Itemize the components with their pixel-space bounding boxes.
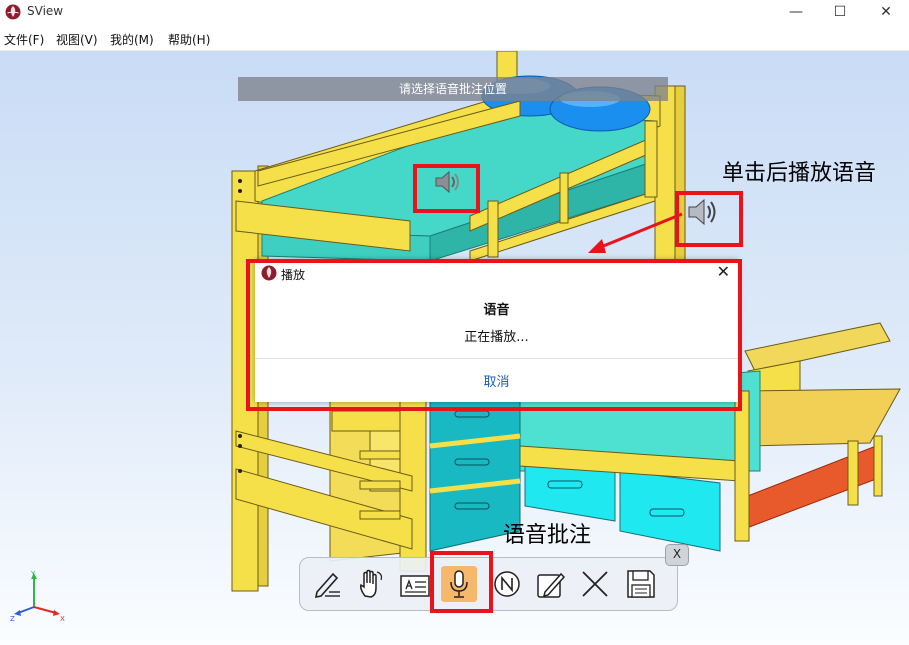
menu-help[interactable]: 帮助(H) bbox=[168, 31, 210, 48]
dialog-highlight-box bbox=[246, 259, 742, 411]
hand-icon bbox=[360, 569, 383, 598]
title-bar: SView — ☐ ✕ bbox=[0, 0, 909, 26]
marker-highlight-box bbox=[413, 164, 480, 213]
edit-annotation-tool[interactable] bbox=[533, 566, 569, 602]
menu-bar: 文件(F) 视图(V) 我的(M) 帮助(H) bbox=[0, 26, 909, 51]
play-voice-callout: 单击后播放语音 bbox=[722, 161, 877, 186]
circle-n-icon bbox=[494, 571, 520, 597]
edit-pencil-icon bbox=[537, 572, 566, 598]
text-box-icon bbox=[400, 575, 430, 597]
save-annotation-tool[interactable] bbox=[623, 566, 659, 602]
window-title: SView bbox=[27, 4, 64, 18]
floppy-disk-icon bbox=[627, 570, 655, 598]
axis-z-label: Z bbox=[10, 615, 15, 623]
menu-file[interactable]: 文件(F) bbox=[4, 31, 44, 48]
voice-annotation-callout: 语音批注 bbox=[503, 523, 592, 548]
x-icon bbox=[582, 571, 608, 597]
pen-lines-icon bbox=[314, 572, 340, 599]
axis-y-label: Y bbox=[30, 570, 36, 578]
voice-tool-highlight-box bbox=[430, 551, 493, 613]
model-viewport[interactable]: 请选择语音批注位置 单击后播放语音 播放 ✕ 语音 正在播放... 取消 语音批… bbox=[0, 51, 909, 645]
axis-triad: Y Z X bbox=[10, 570, 65, 623]
pan-hand-tool[interactable] bbox=[353, 566, 389, 602]
text-annotation-tool[interactable] bbox=[397, 566, 433, 602]
axis-x-label: X bbox=[60, 615, 65, 623]
delete-annotation-tool[interactable] bbox=[577, 566, 613, 602]
toolbar-close-button[interactable]: X bbox=[665, 544, 689, 566]
close-window-button[interactable]: ✕ bbox=[863, 0, 909, 26]
menu-view[interactable]: 视图(V) bbox=[56, 31, 98, 48]
note-annotation-tool[interactable] bbox=[489, 566, 525, 602]
menu-mine[interactable]: 我的(M) bbox=[110, 31, 154, 48]
app-logo-icon bbox=[5, 4, 21, 20]
annotation-pen-tool[interactable] bbox=[309, 566, 345, 602]
maximize-button[interactable]: ☐ bbox=[817, 0, 863, 26]
speaker-highlight-box bbox=[675, 191, 743, 247]
minimize-button[interactable]: — bbox=[773, 0, 819, 26]
selection-hint-banner: 请选择语音批注位置 bbox=[238, 77, 668, 101]
